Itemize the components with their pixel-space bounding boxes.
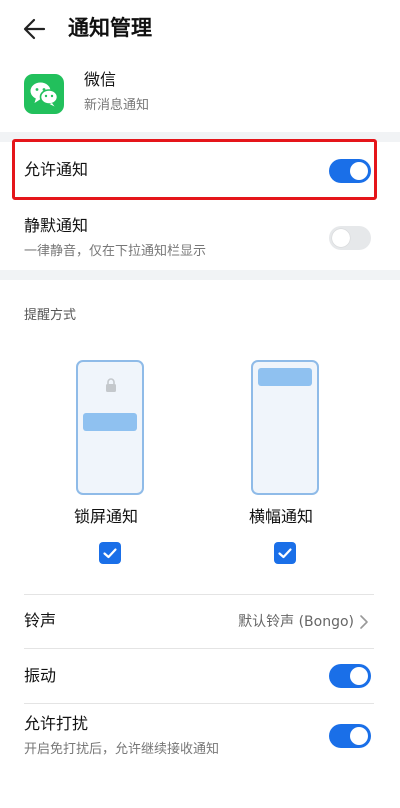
toggle-knob (350, 667, 368, 685)
reminder-section-label: 提醒方式 (24, 308, 77, 323)
banner-preview[interactable] (251, 360, 319, 495)
banner-label: 横幅通知 (249, 507, 314, 526)
app-subtitle: 新消息通知 (84, 98, 150, 113)
check-icon (278, 548, 292, 559)
wechat-icon (24, 74, 64, 114)
vibration-label: 振动 (24, 666, 57, 685)
ringtone-label: 铃声 (24, 611, 57, 630)
app-info: 微信 新消息通知 (0, 64, 400, 128)
page-title: 通知管理 (68, 16, 152, 40)
chevron-right-icon (360, 615, 368, 629)
allow-disturb-description: 开启免打扰后，允许继续接收通知 (24, 742, 220, 757)
notification-bar (83, 413, 137, 431)
arrow-left-icon[interactable] (18, 14, 52, 44)
silent-notifications-toggle[interactable] (329, 226, 371, 250)
highlight-box (12, 139, 377, 200)
silent-notifications-description: 一律静音，仅在下拉通知栏显示 (24, 244, 207, 259)
allow-disturb-row[interactable]: 允许打扰 开启免打扰后，允许继续接收通知 (0, 704, 400, 770)
section-divider (0, 270, 400, 280)
lockscreen-label: 锁屏通知 (74, 507, 139, 526)
vibration-row[interactable]: 振动 (0, 649, 400, 703)
app-name: 微信 (84, 70, 117, 89)
banner-bar (258, 368, 312, 386)
banner-checkbox[interactable] (274, 542, 296, 564)
ringtone-value: 默认铃声 (Bongo) (238, 614, 354, 630)
lock-icon (106, 378, 116, 392)
toggle-knob (332, 229, 350, 247)
silent-notifications-row[interactable]: 静默通知 一律静音，仅在下拉通知栏显示 (0, 202, 400, 268)
lockscreen-checkbox[interactable] (99, 542, 121, 564)
silent-notifications-label: 静默通知 (24, 216, 89, 235)
header: 通知管理 (0, 0, 400, 58)
toggle-knob (350, 727, 368, 745)
allow-disturb-label: 允许打扰 (24, 714, 89, 733)
lockscreen-preview[interactable] (76, 360, 144, 495)
vibration-toggle[interactable] (329, 664, 371, 688)
check-icon (103, 548, 117, 559)
allow-disturb-toggle[interactable] (329, 724, 371, 748)
